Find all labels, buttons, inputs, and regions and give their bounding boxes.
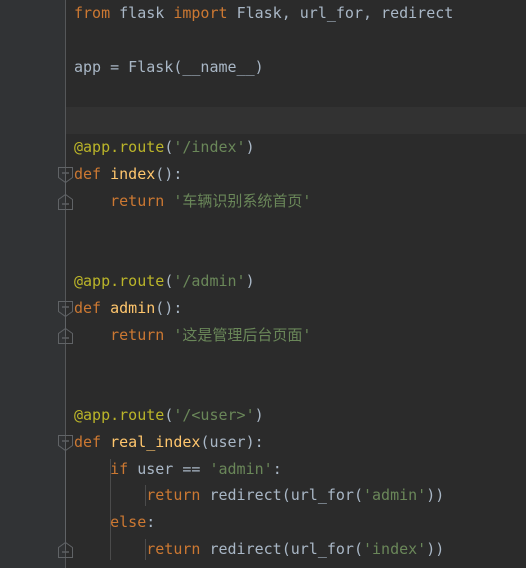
code-line-7[interactable]: def index(): <box>74 161 182 188</box>
token-default <box>101 433 110 451</box>
token-string: '这是管理后台页面' <box>173 325 312 344</box>
token-kw: return <box>110 191 165 210</box>
token-string: 'admin' <box>209 459 273 478</box>
code-line-20[interactable]: else: <box>74 509 155 536</box>
token-kw: else <box>110 513 147 532</box>
token-punct: (): <box>155 298 183 317</box>
token-punct: ) <box>245 272 255 290</box>
token-punct: ) <box>254 406 264 424</box>
token-kw: import <box>173 4 228 22</box>
token-default: flask <box>119 4 165 22</box>
fold-marker-def-real-index[interactable] <box>57 434 74 452</box>
token-func: real_index <box>110 432 201 451</box>
token-default: user <box>128 459 183 478</box>
code-line-6[interactable]: @app.route('/index') <box>74 134 255 161</box>
token-kw: return <box>146 540 201 558</box>
token-punct: )) <box>426 486 445 505</box>
token-string: '/index' <box>173 138 246 156</box>
token-default <box>228 4 237 22</box>
indent-guide-level-2-a <box>145 485 147 507</box>
token-default <box>74 460 110 478</box>
fold-rail-real-index <box>65 441 66 550</box>
fold-marker-real-index-body-end[interactable] <box>57 541 74 559</box>
token-default <box>74 192 110 210</box>
code-line-16[interactable]: @app.route('/<user>') <box>74 402 264 429</box>
code-line-21[interactable]: return redirect(url_for('index')) <box>74 536 444 563</box>
token-string: '/<user>' <box>173 406 255 424</box>
token-decor: @app.route <box>74 272 165 290</box>
token-default <box>101 299 110 317</box>
code-line-12[interactable]: def admin(): <box>74 295 182 322</box>
token-string: '/admin' <box>173 272 246 290</box>
token-default: app <box>74 57 111 76</box>
token-default <box>110 4 119 22</box>
code-line-19[interactable]: return redirect(url_for('admin')) <box>74 482 444 509</box>
token-string: 'index' <box>363 540 427 558</box>
token-op: == <box>182 459 201 478</box>
token-default: redirect(url_for( <box>200 540 363 558</box>
code-text-area[interactable]: from flask import Flask, url_for, redire… <box>66 0 526 568</box>
token-default: Flask(__name__) <box>119 57 264 76</box>
fold-marker-def-index[interactable] <box>57 166 74 184</box>
token-default <box>164 4 173 22</box>
code-line-8[interactable]: return '车辆识别系统首页' <box>74 188 311 215</box>
fold-marker-index-body-end[interactable] <box>57 193 74 211</box>
token-punct: : <box>272 459 282 478</box>
code-line-3[interactable]: app = Flask(__name__) <box>74 54 264 81</box>
token-punct: : <box>146 513 156 532</box>
indent-guide-level-1 <box>109 458 111 560</box>
line-number-gutter[interactable] <box>0 0 65 568</box>
token-punct: )) <box>426 540 445 558</box>
token-default: Flask, url_for, redirect <box>236 4 454 22</box>
code-line-17[interactable]: def real_index(user): <box>74 429 264 456</box>
token-kw: def <box>74 298 102 317</box>
code-editor[interactable]: from flask import Flask, url_for, redire… <box>0 0 526 568</box>
token-string: '车辆识别系统首页' <box>173 191 312 210</box>
fold-marker-def-admin[interactable] <box>57 300 74 318</box>
token-string: 'admin' <box>363 486 427 505</box>
token-default <box>164 326 173 344</box>
token-kw: if <box>110 459 129 478</box>
token-func: admin <box>110 298 156 317</box>
token-func: index <box>110 164 156 183</box>
token-punct: (): <box>155 164 183 183</box>
token-default <box>74 513 110 531</box>
code-line-18[interactable]: if user == 'admin': <box>74 456 282 483</box>
token-default <box>101 165 110 183</box>
token-default <box>164 192 173 210</box>
token-kw: return <box>110 325 165 344</box>
token-kw: from <box>74 4 111 22</box>
token-kw: return <box>146 486 201 505</box>
token-punct: ( <box>164 272 174 290</box>
token-punct: ( <box>164 406 174 424</box>
indent-guide-level-2-b <box>145 539 147 560</box>
token-default: redirect(url_for( <box>200 486 363 505</box>
fold-marker-admin-body-end[interactable] <box>57 327 74 345</box>
code-line-1[interactable]: from flask import Flask, url_for, redire… <box>74 0 453 27</box>
token-decor: @app.route <box>74 406 165 424</box>
token-punct: ( <box>164 138 174 156</box>
token-punct: ) <box>245 138 255 156</box>
code-line-13[interactable]: return '这是管理后台页面' <box>74 322 311 349</box>
token-default <box>74 326 110 344</box>
token-op: = <box>110 57 120 76</box>
token-kw: def <box>74 164 102 183</box>
code-line-11[interactable]: @app.route('/admin') <box>74 268 255 295</box>
token-punct: (user): <box>200 432 264 451</box>
token-decor: @app.route <box>74 138 165 156</box>
token-kw: def <box>74 432 102 451</box>
